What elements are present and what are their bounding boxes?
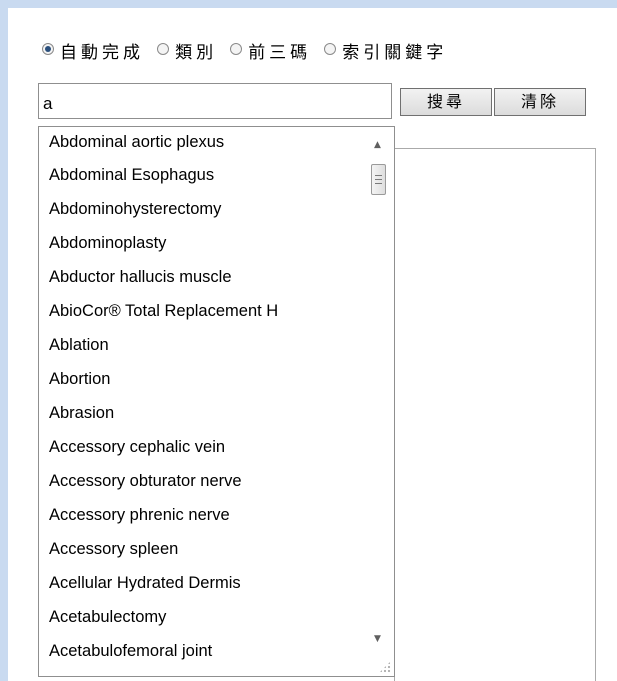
suggestion-item[interactable]: Abortion: [39, 362, 361, 396]
suggestion-item[interactable]: Acetabulofemoral joint: [39, 634, 361, 668]
radio-label: 前三碼: [248, 43, 312, 63]
search-button[interactable]: 搜尋: [400, 88, 492, 116]
radio-index-keyword[interactable]: 索引關鍵字: [324, 38, 447, 63]
suggestion-item[interactable]: Accessory obturator nerve: [39, 464, 361, 498]
search-mode-radio-group: 自動完成 類別 前三碼 索引關鍵字: [42, 38, 455, 63]
radio-label: 類別: [175, 43, 218, 63]
radio-autocomplete[interactable]: 自動完成: [42, 38, 144, 63]
radio-button-icon[interactable]: [157, 42, 170, 55]
result-panel: [394, 148, 596, 681]
suggestion-item[interactable]: AbioCor® Total Replacement H: [39, 294, 361, 328]
grip-line: [375, 179, 382, 180]
radio-button-icon[interactable]: [324, 42, 337, 55]
suggestion-item[interactable]: Abrasion: [39, 396, 361, 430]
suggestion-item[interactable]: Accessory cephalic vein: [39, 430, 361, 464]
suggestion-item[interactable]: Acellular Hydrated Dermis: [39, 566, 361, 600]
scroll-thumb[interactable]: [371, 164, 386, 195]
radio-category[interactable]: 類別: [157, 38, 217, 63]
suggestion-item[interactable]: Accessory phrenic nerve: [39, 498, 361, 532]
grip-line: [375, 175, 382, 176]
radio-label: 索引關鍵字: [342, 43, 448, 63]
radio-button-icon[interactable]: [230, 42, 243, 55]
suggestion-item[interactable]: Accessory spleen: [39, 532, 361, 566]
suggestion-item[interactable]: Abdominoplasty: [39, 226, 361, 260]
window-frame-top: [0, 0, 617, 8]
suggestion-item[interactable]: Acetabulectomy: [39, 600, 361, 634]
suggestion-item[interactable]: Abdominal Esophagus: [39, 158, 361, 192]
window-frame-left: [0, 8, 8, 681]
suggestion-item[interactable]: Ablation: [39, 328, 361, 362]
suggestion-list: Abdominal aortic plexus Abdominal Esopha…: [39, 127, 361, 676]
radio-button-icon[interactable]: [42, 42, 54, 55]
radio-label: 自動完成: [60, 43, 144, 63]
autocomplete-dropdown: Abdominal aortic plexus Abdominal Esopha…: [38, 126, 395, 677]
radio-first-three-code[interactable]: 前三碼: [230, 38, 311, 63]
grip-line: [375, 183, 382, 184]
scroll-up-arrow-icon[interactable]: ▲: [369, 137, 386, 154]
scroll-down-arrow-icon[interactable]: ▼: [369, 631, 386, 648]
suggestion-item[interactable]: Abdominal aortic plexus: [39, 127, 361, 158]
clear-button[interactable]: 清除: [494, 88, 586, 116]
suggestion-item[interactable]: Abdominohysterectomy: [39, 192, 361, 226]
dropdown-scrollbar[interactable]: ▲ ▼: [361, 127, 394, 676]
suggestion-item[interactable]: Abductor hallucis muscle: [39, 260, 361, 294]
search-input[interactable]: [38, 83, 392, 119]
